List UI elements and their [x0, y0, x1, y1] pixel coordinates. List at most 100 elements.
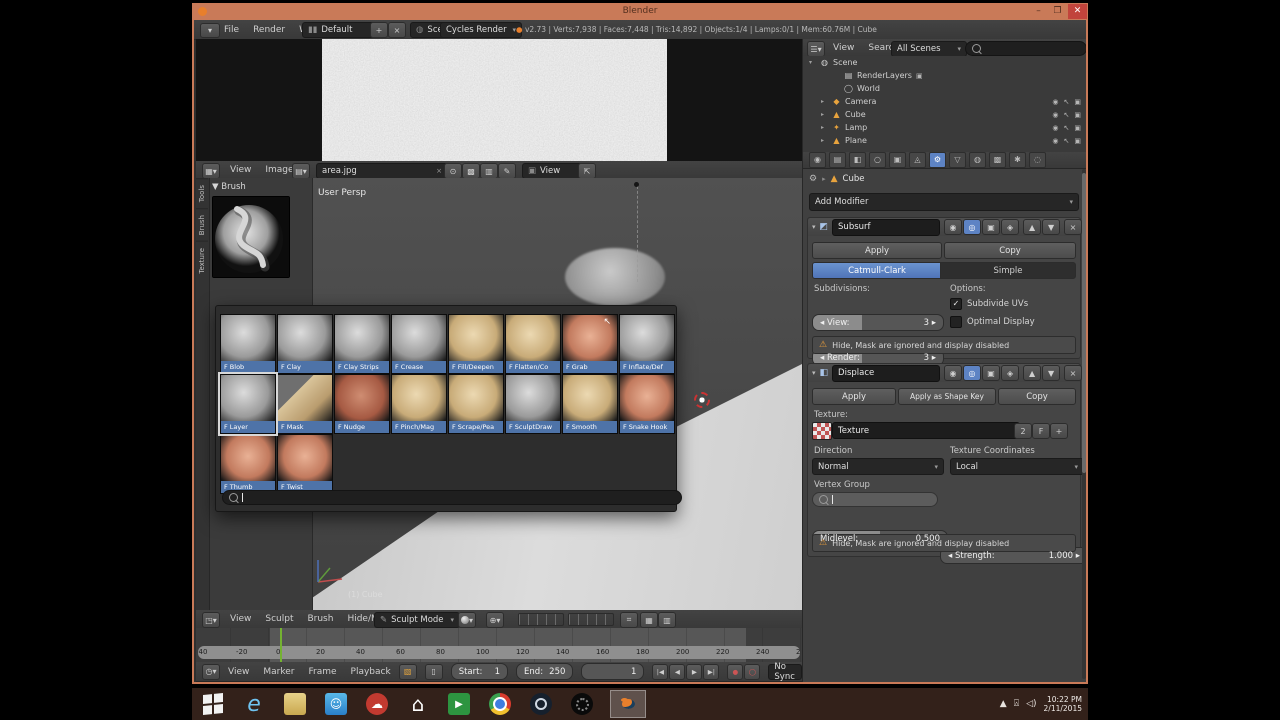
viewport-visibility-toggle[interactable]: ◎ — [963, 219, 982, 235]
render-layers-tab-icon[interactable]: ▤ — [829, 152, 846, 168]
texture-tab-icon[interactable]: ▩ — [989, 152, 1006, 168]
menu-item[interactable]: Sculpt — [265, 614, 293, 624]
pivot-point-selector[interactable]: ⊕▾ — [486, 612, 504, 628]
home-app-icon[interactable]: ⌂ — [405, 691, 431, 717]
steam-icon[interactable] — [528, 691, 554, 717]
internet-explorer-icon[interactable]: e — [241, 691, 267, 717]
layout-delete-button[interactable]: × — [388, 22, 406, 38]
image-browse-button[interactable]: ▤▾ — [292, 163, 310, 179]
outliner-row[interactable]: ▾ ◍ Scene ◉ ↖ ▣ — [803, 56, 1086, 69]
menu-item[interactable]: View — [833, 43, 854, 53]
restrict-select-icon[interactable]: ↖ — [1064, 124, 1070, 132]
image-expand-button[interactable]: ⇱ — [578, 163, 596, 179]
image-edit-button[interactable]: ✎ — [498, 163, 516, 179]
particles-tab-icon[interactable]: ✱ — [1009, 152, 1026, 168]
use-preview-range-button[interactable]: ▧ — [398, 663, 417, 680]
material-tab-icon[interactable]: ◍ — [969, 152, 986, 168]
brush-item[interactable]: F Grab — [562, 314, 618, 374]
menu-item[interactable]: View — [230, 165, 251, 175]
outliner-row[interactable]: ▸ ◆ Camera ◉ ↖ ▣ — [803, 95, 1086, 108]
panel-expand-icon[interactable]: ▾ — [812, 223, 816, 231]
network-icon[interactable]: ⍓ — [1014, 699, 1019, 709]
render-anim-button[interactable]: ▥ — [658, 612, 676, 628]
subdivide-uvs-checkbox[interactable]: ✓ Subdivide UVs — [950, 298, 1028, 310]
brush-item[interactable]: F Snake Hook — [619, 374, 675, 434]
restrict-render-icon[interactable]: ▣ — [1074, 111, 1081, 119]
brush-item[interactable]: F Clay — [277, 314, 333, 374]
brush-item[interactable]: F Twist — [277, 434, 333, 494]
copy-button[interactable]: Copy — [998, 388, 1076, 405]
lock-range-button[interactable]: ▯ — [424, 663, 443, 680]
delete-modifier-button[interactable]: × — [1064, 219, 1083, 235]
move-up-button[interactable]: ▲ — [1023, 365, 1042, 381]
physics-tab-icon[interactable]: ◌ — [1029, 152, 1046, 168]
timeline-ruler[interactable]: -40-200204060801001201401601802002202402… — [196, 628, 802, 662]
brush-item[interactable]: F Scrape/Pea — [448, 374, 504, 434]
move-up-button[interactable]: ▲ — [1023, 219, 1042, 235]
image-view-mode-selector[interactable]: ▣ View — [522, 163, 582, 179]
restrict-select-icon[interactable]: ↖ — [1064, 98, 1070, 106]
view-subdivisions-slider[interactable]: ◂ View: 3 ▸ — [812, 314, 944, 331]
data-tab-icon[interactable]: ▽ — [949, 152, 966, 168]
restrict-view-icon[interactable]: ◉ — [1052, 124, 1058, 132]
panel-expand-icon[interactable]: ▾ — [812, 369, 816, 377]
brush-item[interactable]: F Mask — [277, 374, 333, 434]
viewport-visibility-toggle[interactable]: ◎ — [963, 365, 982, 381]
restrict-select-icon[interactable]: ↖ — [1064, 111, 1070, 119]
menu-item[interactable]: View — [228, 667, 249, 677]
chrome-icon[interactable] — [487, 691, 513, 717]
apply-button[interactable]: Apply — [812, 388, 896, 405]
brush-search-field[interactable] — [222, 490, 682, 505]
outliner-row[interactable]: ▸ ▲ Cube ◉ ↖ ▣ — [803, 108, 1086, 121]
frame-end-field[interactable]: End: 250 — [516, 663, 574, 680]
editor-type-button[interactable]: ◳▾ — [202, 612, 220, 628]
close-button[interactable]: ✕ — [1068, 4, 1087, 19]
brush-item[interactable]: F Layer — [218, 372, 278, 436]
object-tab-icon[interactable]: ▣ — [889, 152, 906, 168]
layers-widget-1[interactable] — [518, 613, 564, 626]
restrict-select-icon[interactable]: ↖ — [1064, 137, 1070, 145]
outliner-row[interactable]: ▤ RenderLayers ▣ ◉ ↖ ▣ — [803, 69, 1086, 82]
properties-scrollbar[interactable] — [1082, 169, 1086, 679]
outliner-row[interactable]: ▸ ▲ Plane ◉ ↖ ▣ — [803, 134, 1086, 147]
render-engine-selector[interactable]: Cycles Render ▾ — [440, 22, 522, 38]
menu-item[interactable]: Marker — [263, 667, 294, 677]
image-new-button[interactable]: ▩ — [462, 163, 480, 179]
file-explorer-icon[interactable] — [282, 691, 308, 717]
editor-type-button[interactable]: ☰▾ — [807, 41, 825, 57]
editor-type-button[interactable]: ◷▾ — [202, 663, 220, 680]
texture-fake-user-button[interactable]: F — [1032, 423, 1050, 439]
optimal-display-checkbox[interactable]: Optimal Display — [950, 316, 1035, 328]
render-tab-icon[interactable]: ◉ — [809, 152, 826, 168]
expand-icon[interactable]: ▸ — [821, 124, 828, 131]
transport-button[interactable]: ▶ — [686, 663, 703, 680]
taskbar-clock[interactable]: 10:22 PM 2/11/2015 — [1044, 695, 1082, 713]
constraints-tab-icon[interactable]: ◬ — [909, 152, 926, 168]
move-down-button[interactable]: ▼ — [1042, 365, 1061, 381]
scene-tab-icon[interactable]: ◧ — [849, 152, 866, 168]
messaging-app-icon[interactable]: ☺ — [323, 691, 349, 717]
screen-layout-selector[interactable]: ▮▮ Default ▾ — [302, 22, 380, 38]
restrict-render-icon[interactable]: ▣ — [1074, 137, 1081, 145]
viewport-shading-selector[interactable]: ▾ — [458, 612, 476, 628]
transport-button[interactable]: |◀ — [652, 663, 669, 680]
brush-panel-title[interactable]: ▼ Brush — [212, 182, 308, 192]
restrict-view-icon[interactable]: ◉ — [1052, 137, 1058, 145]
texture-datablock-field[interactable]: Texture — [832, 422, 1020, 439]
brush-item[interactable]: F Inflate/Def — [619, 314, 675, 374]
brush-item[interactable]: F Smooth — [562, 374, 618, 434]
tool-shelf-tab[interactable]: Brush — [196, 208, 208, 242]
blender-logo-menu[interactable]: ▾ — [200, 23, 220, 38]
restrict-render-icon[interactable]: ▣ — [1074, 124, 1081, 132]
menu-item[interactable]: Image — [265, 165, 293, 175]
record-button[interactable]: ◯ — [744, 663, 761, 680]
edit-mode-toggle[interactable]: ▣ — [982, 219, 1001, 235]
editor-type-button[interactable]: ▦▾ — [202, 163, 220, 179]
add-modifier-dropdown[interactable]: Add Modifier ▾ — [809, 193, 1079, 211]
copy-button[interactable]: Copy — [944, 242, 1076, 259]
brush-item[interactable]: F SculptDraw — [505, 374, 561, 434]
brush-item[interactable]: F Thumb — [220, 434, 276, 494]
tool-shelf-tab[interactable]: Tools — [196, 178, 208, 209]
maximize-button[interactable]: ❐ — [1048, 4, 1067, 19]
menu-item[interactable]: Frame — [308, 667, 336, 677]
